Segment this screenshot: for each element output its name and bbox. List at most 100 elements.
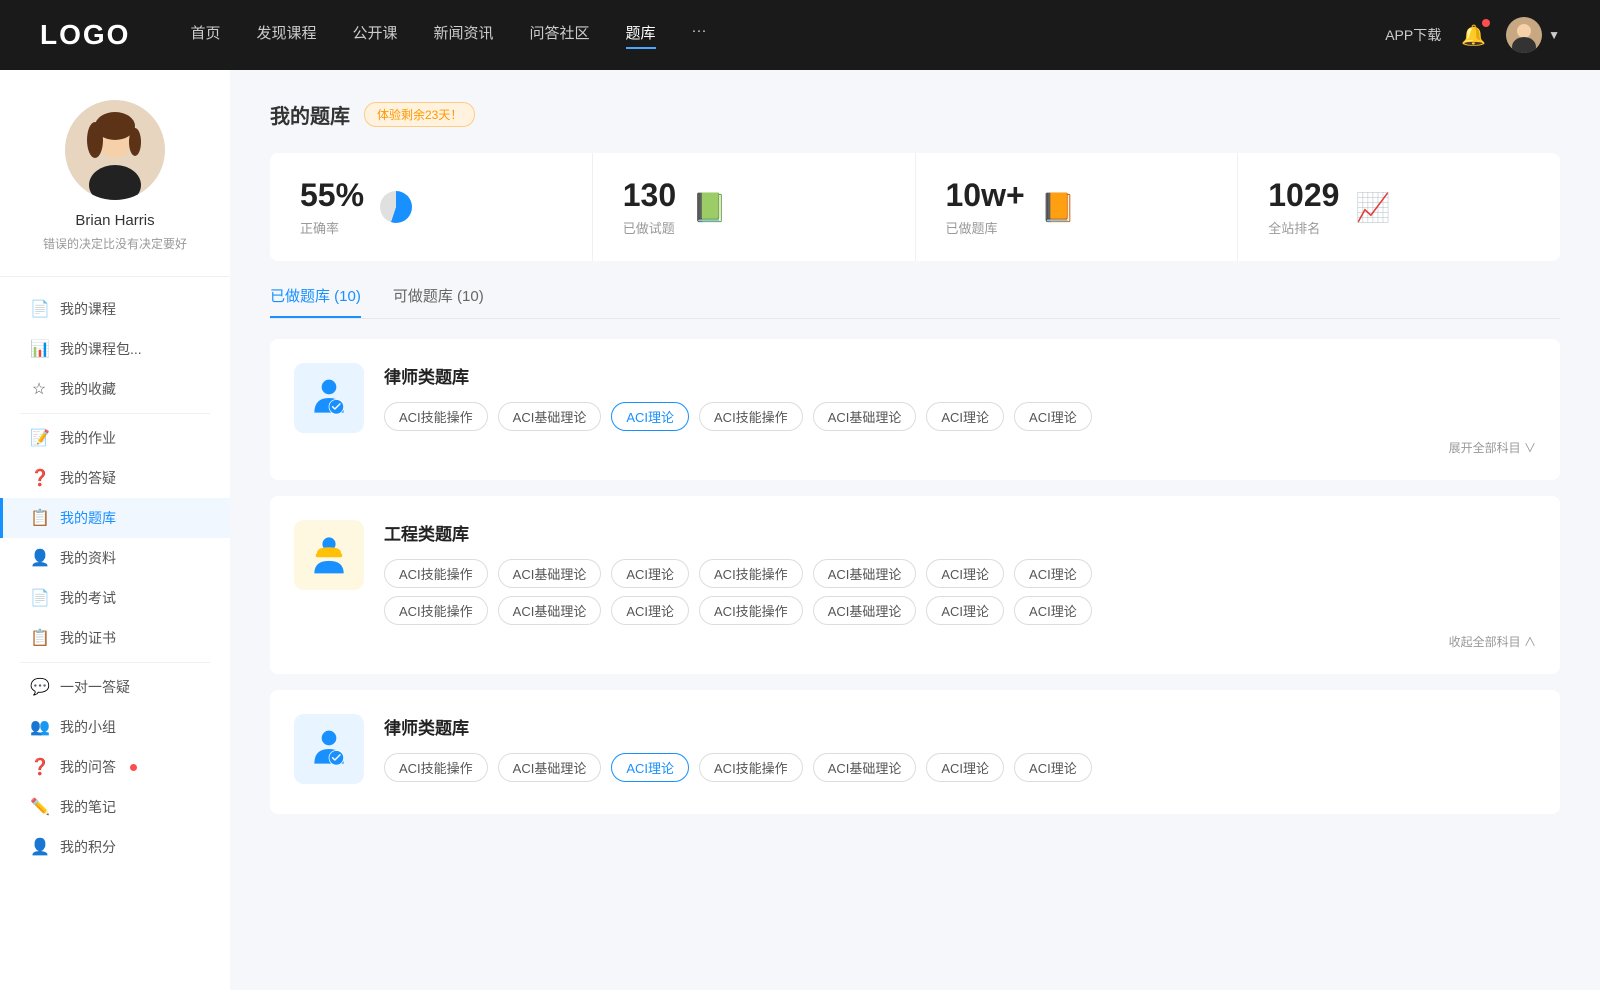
qbank-tag[interactable]: ACI技能操作: [384, 402, 488, 431]
qbank-tag[interactable]: ACI理论: [926, 402, 1004, 431]
sidebar-label-points: 我的积分: [60, 837, 116, 857]
tab-available-banks[interactable]: 可做题库 (10): [393, 285, 484, 318]
qbank-tag[interactable]: ACI理论: [611, 559, 689, 588]
sidebar-item-qa[interactable]: ❓ 我的答疑: [0, 458, 230, 498]
nav-open-course[interactable]: 公开课: [352, 22, 397, 49]
stat-done-questions-label: 已做试题: [623, 218, 676, 237]
qbank-footer-lawyer1: 展开全部科目 ∨: [384, 439, 1536, 456]
qbank-tag[interactable]: ACI理论: [926, 753, 1004, 782]
qbank-tag[interactable]: ACI基础理论: [498, 753, 602, 782]
notification-bell[interactable]: 🔔: [1461, 23, 1486, 48]
qbank-tag[interactable]: ACI基础理论: [498, 559, 602, 588]
sidebar-divider-1: [20, 413, 210, 414]
qbank-tag[interactable]: ACI理论: [611, 596, 689, 625]
nav-more[interactable]: ···: [692, 22, 707, 49]
qbank-tag[interactable]: ACI技能操作: [699, 753, 803, 782]
qbank-tags-engineer1-row2: ACI技能操作 ACI基础理论 ACI理论 ACI技能操作 ACI基础理论 AC…: [384, 596, 1536, 625]
app-download-link[interactable]: APP下载: [1385, 25, 1441, 45]
stat-accuracy: 55% 正确率: [270, 153, 593, 261]
sidebar-item-group[interactable]: 👥 我的小组: [0, 707, 230, 747]
qbank-tag[interactable]: ACI理论: [926, 559, 1004, 588]
qbank-tag[interactable]: ACI基础理论: [813, 753, 917, 782]
qbank-tag[interactable]: ACI技能操作: [384, 596, 488, 625]
qbank-tags-lawyer1: ACI技能操作 ACI基础理论 ACI理论 ACI技能操作 ACI基础理论 AC…: [384, 402, 1536, 431]
qbank-tag[interactable]: ACI基础理论: [813, 402, 917, 431]
homework-icon: 📝: [30, 428, 48, 448]
topnav-right: APP下载 🔔 ▼: [1385, 17, 1560, 53]
nav-home[interactable]: 首页: [190, 22, 220, 49]
nav-news[interactable]: 新闻资讯: [434, 22, 494, 49]
chevron-down-icon: ▼: [1548, 28, 1560, 42]
lawyer-icon-2: [294, 714, 364, 784]
profile-name: Brian Harris: [75, 212, 154, 229]
exam-icon: 📄: [30, 588, 48, 608]
notification-badge: [1482, 19, 1490, 27]
sidebar-item-favorites[interactable]: ☆ 我的收藏: [0, 369, 230, 409]
sidebar-item-qbank[interactable]: 📋 我的题库: [0, 498, 230, 538]
sidebar-label-questions: 我的问答: [60, 757, 116, 777]
stat-done-banks-text: 10w+ 已做题库: [946, 177, 1025, 237]
qbank-tag[interactable]: ACI技能操作: [699, 402, 803, 431]
qbank-tag[interactable]: ACI技能操作: [384, 753, 488, 782]
engineer-icon-1: [294, 520, 364, 590]
collapse-link-engineer1[interactable]: 收起全部科目 ∧: [1449, 633, 1536, 650]
qbank-tag-active[interactable]: ACI理论: [611, 402, 689, 431]
sidebar-item-materials[interactable]: 👤 我的资料: [0, 538, 230, 578]
questions-red-dot: [130, 764, 137, 771]
page-title: 我的题库: [270, 100, 350, 129]
qbank-body-lawyer2: 律师类题库 ACI技能操作 ACI基础理论 ACI理论 ACI技能操作 ACI基…: [384, 714, 1536, 790]
sidebar-item-courses[interactable]: 📄 我的课程: [0, 289, 230, 329]
qbank-tags-lawyer2: ACI技能操作 ACI基础理论 ACI理论 ACI技能操作 ACI基础理论 AC…: [384, 753, 1536, 782]
qbank-tag[interactable]: ACI基础理论: [813, 559, 917, 588]
sidebar-item-exam[interactable]: 📄 我的考试: [0, 578, 230, 618]
nav-qa[interactable]: 问答社区: [530, 22, 590, 49]
doc-orange-icon: 📙: [1041, 191, 1076, 224]
qbank-tag[interactable]: ACI技能操作: [699, 596, 803, 625]
qbank-tag[interactable]: ACI理论: [1014, 402, 1092, 431]
qbank-title-lawyer2: 律师类题库: [384, 714, 1536, 739]
sidebar-label-qbank: 我的题库: [60, 508, 116, 528]
sidebar-item-one-on-one[interactable]: 💬 一对一答疑: [0, 667, 230, 707]
sidebar-label-course-pack: 我的课程包...: [60, 339, 142, 359]
sidebar-label-favorites: 我的收藏: [60, 379, 116, 399]
stat-done-banks-label: 已做题库: [946, 218, 1025, 237]
qbank-tag[interactable]: ACI理论: [1014, 596, 1092, 625]
qbank-card-lawyer2: 律师类题库 ACI技能操作 ACI基础理论 ACI理论 ACI技能操作 ACI基…: [270, 690, 1560, 814]
sidebar-item-certificate[interactable]: 📋 我的证书: [0, 618, 230, 658]
qbank-tag[interactable]: ACI理论: [1014, 753, 1092, 782]
top-navigation: LOGO 首页 发现课程 公开课 新闻资讯 问答社区 题库 ··· APP下载 …: [0, 0, 1600, 70]
logo[interactable]: LOGO: [40, 19, 130, 51]
qbank-tag[interactable]: ACI基础理论: [498, 596, 602, 625]
sidebar-item-points[interactable]: 👤 我的积分: [0, 827, 230, 867]
qbank-tags-engineer1-row1: ACI技能操作 ACI基础理论 ACI理论 ACI技能操作 ACI基础理论 AC…: [384, 559, 1536, 588]
qbank-tag[interactable]: ACI技能操作: [699, 559, 803, 588]
tab-done-banks[interactable]: 已做题库 (10): [270, 285, 361, 318]
nav-discover[interactable]: 发现课程: [256, 22, 316, 49]
nav-links: 首页 发现课程 公开课 新闻资讯 问答社区 题库 ···: [190, 22, 1385, 49]
stat-rank-label: 全站排名: [1268, 218, 1339, 237]
qbank-tag[interactable]: ACI理论: [926, 596, 1004, 625]
stat-done-questions: 130 已做试题 📗: [593, 153, 916, 261]
user-avatar-area[interactable]: ▼: [1506, 17, 1560, 53]
questions-icon: ❓: [30, 757, 48, 777]
avatar: [1506, 17, 1542, 53]
stat-rank: 1029 全站排名 📈: [1238, 153, 1560, 261]
sidebar-item-course-pack[interactable]: 📊 我的课程包...: [0, 329, 230, 369]
qbank-footer-engineer1: 收起全部科目 ∧: [384, 633, 1536, 650]
expand-link-lawyer1[interactable]: 展开全部科目 ∨: [1449, 439, 1536, 456]
qbank-tag[interactable]: ACI基础理论: [813, 596, 917, 625]
sidebar: Brian Harris 错误的决定比没有决定要好 📄 我的课程 📊 我的课程包…: [0, 70, 230, 990]
sidebar-divider-2: [20, 662, 210, 663]
sidebar-item-questions[interactable]: ❓ 我的问答: [0, 747, 230, 787]
qbank-title-engineer1: 工程类题库: [384, 520, 1536, 545]
qbank-tag-active[interactable]: ACI理论: [611, 753, 689, 782]
qbank-tag[interactable]: ACI技能操作: [384, 559, 488, 588]
main-layout: Brian Harris 错误的决定比没有决定要好 📄 我的课程 📊 我的课程包…: [0, 70, 1600, 990]
sidebar-item-homework[interactable]: 📝 我的作业: [0, 418, 230, 458]
sidebar-profile: Brian Harris 错误的决定比没有决定要好: [0, 100, 230, 277]
qbank-tag[interactable]: ACI理论: [1014, 559, 1092, 588]
nav-qbank[interactable]: 题库: [626, 22, 656, 49]
qbank-tag[interactable]: ACI基础理论: [498, 402, 602, 431]
sidebar-item-notes[interactable]: ✏️ 我的笔记: [0, 787, 230, 827]
qbank-icon: 📋: [30, 508, 48, 528]
